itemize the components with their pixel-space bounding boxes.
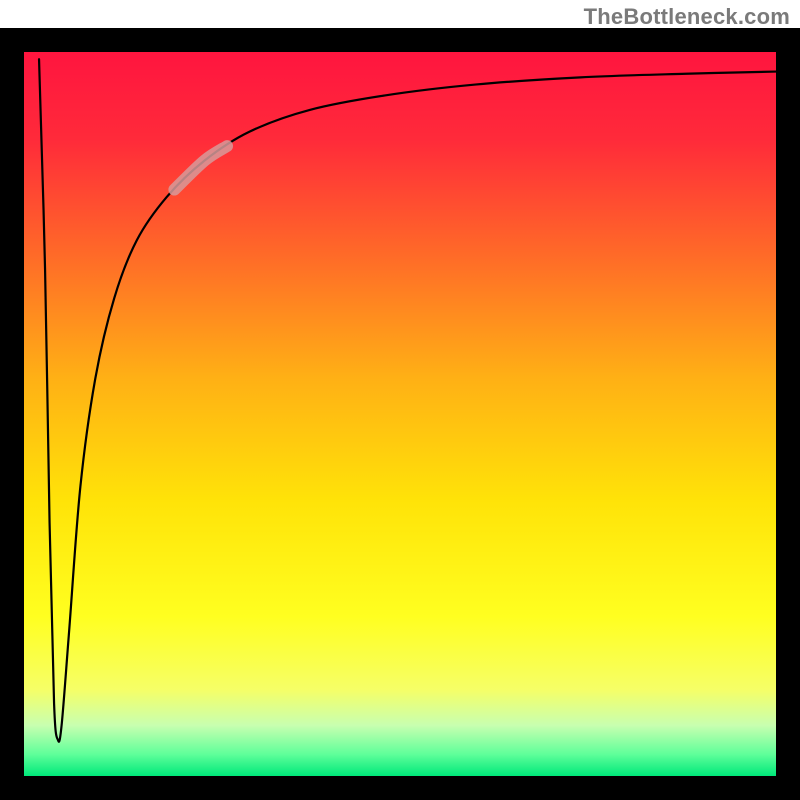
bottleneck-curve	[24, 52, 776, 776]
frame-edge-top	[0, 28, 800, 52]
chart-stage: TheBottleneck.com	[0, 0, 800, 800]
watermark-text: TheBottleneck.com	[584, 4, 790, 30]
frame-edge-right	[776, 28, 800, 800]
frame-edge-left	[0, 28, 24, 800]
frame-edge-bottom	[0, 776, 800, 800]
plot-area	[24, 52, 776, 776]
